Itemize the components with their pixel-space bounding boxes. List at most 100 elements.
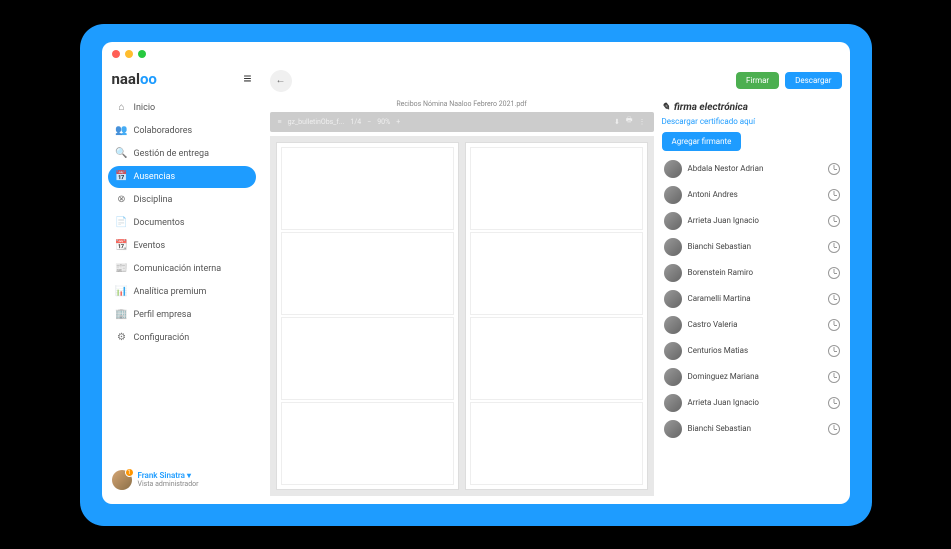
- clock-icon: [828, 293, 840, 305]
- sign-button[interactable]: Firmar: [736, 72, 779, 89]
- nav-icon: ⚙: [116, 332, 128, 344]
- user-name: Frank Sinatra ▾: [138, 471, 199, 480]
- signer-row[interactable]: Borenstein Ramiro: [662, 261, 842, 285]
- user-block[interactable]: 1 Frank Sinatra ▾ Vista administrador: [102, 464, 262, 496]
- pen-icon: ✎: [662, 102, 670, 113]
- sidebar-item-analítica-premium[interactable]: 📊Analítica premium: [108, 281, 256, 303]
- nav-label: Gestión de entrega: [134, 149, 209, 159]
- avatar: 1: [112, 470, 132, 490]
- pdf-download-icon[interactable]: ⬇: [614, 118, 620, 126]
- clock-icon: [828, 267, 840, 279]
- signer-name: Bianchi Sebastian: [688, 242, 822, 251]
- maximize-window-dot[interactable]: [138, 50, 146, 58]
- add-signer-button[interactable]: Agregar firmante: [662, 132, 742, 151]
- nav-icon: 🔍: [116, 148, 128, 160]
- sidebar-item-perfil-empresa[interactable]: 🏢Perfil empresa: [108, 304, 256, 326]
- minimize-window-dot[interactable]: [125, 50, 133, 58]
- pdf-filename: gz_bulletinObs_f...: [288, 118, 345, 126]
- nav-icon: 📆: [116, 240, 128, 252]
- pdf-page-1: [276, 142, 459, 490]
- signer-row[interactable]: Arrieta Juan Ignacio: [662, 391, 842, 415]
- clock-icon: [828, 241, 840, 253]
- nav-icon: 🏢: [116, 309, 128, 321]
- download-button[interactable]: Descargar: [785, 72, 841, 89]
- clock-icon: [828, 319, 840, 331]
- signature-panel: ✎ firma electrónica Descargar certificad…: [662, 98, 842, 496]
- pdf-zoom-in-icon[interactable]: +: [396, 118, 400, 126]
- document-title: Recibos Nómina Naaloo Febrero 2021.pdf: [270, 98, 654, 112]
- user-role: Vista administrador: [138, 480, 199, 488]
- signer-row[interactable]: Bianchi Sebastian: [662, 417, 842, 441]
- signer-avatar: [664, 368, 682, 386]
- sidebar-item-gestión-de-entrega[interactable]: 🔍 Gestión de entrega: [108, 143, 256, 165]
- signer-row[interactable]: Abdala Nestor Adrian: [662, 157, 842, 181]
- close-window-dot[interactable]: [112, 50, 120, 58]
- pdf-zoom-out-icon[interactable]: −: [367, 118, 371, 126]
- sidebar-item-inicio[interactable]: ⌂Inicio: [108, 97, 256, 119]
- nav-label: Disciplina: [134, 195, 173, 205]
- signer-row[interactable]: Dominguez Mariana: [662, 365, 842, 389]
- signer-name: Borenstein Ramiro: [688, 268, 822, 277]
- signer-row[interactable]: Antoni Andres: [662, 183, 842, 207]
- signer-avatar: [664, 420, 682, 438]
- signature-title: ✎ firma electrónica: [662, 102, 842, 117]
- sidebar-item-colaboradores[interactable]: 👥 Colaboradores: [108, 120, 256, 142]
- signer-row[interactable]: Caramelli Martina: [662, 287, 842, 311]
- pdf-zoom-level: 90%: [377, 118, 390, 126]
- notification-badge: 1: [125, 468, 134, 477]
- clock-icon: [828, 397, 840, 409]
- signer-avatar: [664, 238, 682, 256]
- hamburger-icon[interactable]: ≡: [243, 70, 251, 87]
- signer-row[interactable]: Bianchi Sebastian: [662, 235, 842, 259]
- signer-name: Bianchi Sebastian: [688, 424, 822, 433]
- back-button[interactable]: ←: [270, 70, 292, 92]
- tablet-screen: naaloo ≡ ⌂Inicio 👥 Colaboradores 🔍 Gestión d…: [80, 24, 872, 526]
- window-titlebar: [102, 42, 850, 66]
- nav-label: Eventos: [134, 241, 166, 251]
- signer-name: Arrieta Juan Ignacio: [688, 398, 822, 407]
- sidebar-item-ausencias[interactable]: 📅 Ausencias: [108, 166, 256, 188]
- app-window: naaloo ≡ ⌂Inicio 👥 Colaboradores 🔍 Gestión d…: [102, 42, 850, 504]
- signer-row[interactable]: Castro Valeria: [662, 313, 842, 337]
- clock-icon: [828, 215, 840, 227]
- app-content: naaloo ≡ ⌂Inicio 👥 Colaboradores 🔍 Gestión d…: [102, 66, 850, 504]
- sidebar: naaloo ≡ ⌂Inicio 👥 Colaboradores 🔍 Gestión d…: [102, 66, 262, 504]
- signer-avatar: [664, 290, 682, 308]
- clock-icon: [828, 189, 840, 201]
- logo[interactable]: naaloo: [112, 70, 157, 88]
- signer-avatar: [664, 394, 682, 412]
- signer-name: Arrieta Juan Ignacio: [688, 216, 822, 225]
- nav-label: Ausencias: [134, 172, 176, 182]
- user-info: Frank Sinatra ▾ Vista administrador: [138, 471, 199, 488]
- clock-icon: [828, 163, 840, 175]
- sidebar-item-documentos[interactable]: 📄Documentos: [108, 212, 256, 234]
- signers-list: Abdala Nestor AdrianAntoni Andres Arrieta…: [662, 157, 842, 492]
- clock-icon: [828, 423, 840, 435]
- brand-row: naaloo ≡: [102, 70, 262, 96]
- main-area: ← Firmar Descargar Recibos Nómina Naaloo…: [262, 66, 850, 504]
- signer-name: Castro Valeria: [688, 320, 822, 329]
- pdf-page-2: [465, 142, 648, 490]
- sidebar-item-configuración[interactable]: ⚙ Configuración: [108, 327, 256, 349]
- signer-row[interactable]: Centurios Matias: [662, 339, 842, 363]
- nav-icon: 📅: [116, 171, 128, 183]
- pdf-more-icon[interactable]: ⋮: [639, 118, 646, 126]
- nav-icon: 👥: [116, 125, 128, 137]
- download-cert-link[interactable]: Descargar certificado aquí: [662, 117, 842, 132]
- pdf-print-icon[interactable]: 🖶: [626, 116, 633, 127]
- pdf-viewport[interactable]: [270, 136, 654, 496]
- pdf-menu-icon[interactable]: ≡: [278, 118, 282, 126]
- signer-avatar: [664, 186, 682, 204]
- signer-row[interactable]: Arrieta Juan Ignacio: [662, 209, 842, 233]
- signer-name: Dominguez Mariana: [688, 372, 822, 381]
- nav-label: Configuración: [134, 333, 190, 343]
- sidebar-item-comunicación-interna[interactable]: 📰Comunicación interna: [108, 258, 256, 280]
- nav-label: Colaboradores: [134, 126, 193, 136]
- sidebar-item-disciplina[interactable]: ⊗ Disciplina: [108, 189, 256, 211]
- sidebar-item-eventos[interactable]: 📆 Eventos: [108, 235, 256, 257]
- signer-avatar: [664, 264, 682, 282]
- nav-icon: 📄: [116, 217, 128, 229]
- signer-avatar: [664, 316, 682, 334]
- nav-icon: ⊗: [116, 194, 128, 206]
- signer-avatar: [664, 342, 682, 360]
